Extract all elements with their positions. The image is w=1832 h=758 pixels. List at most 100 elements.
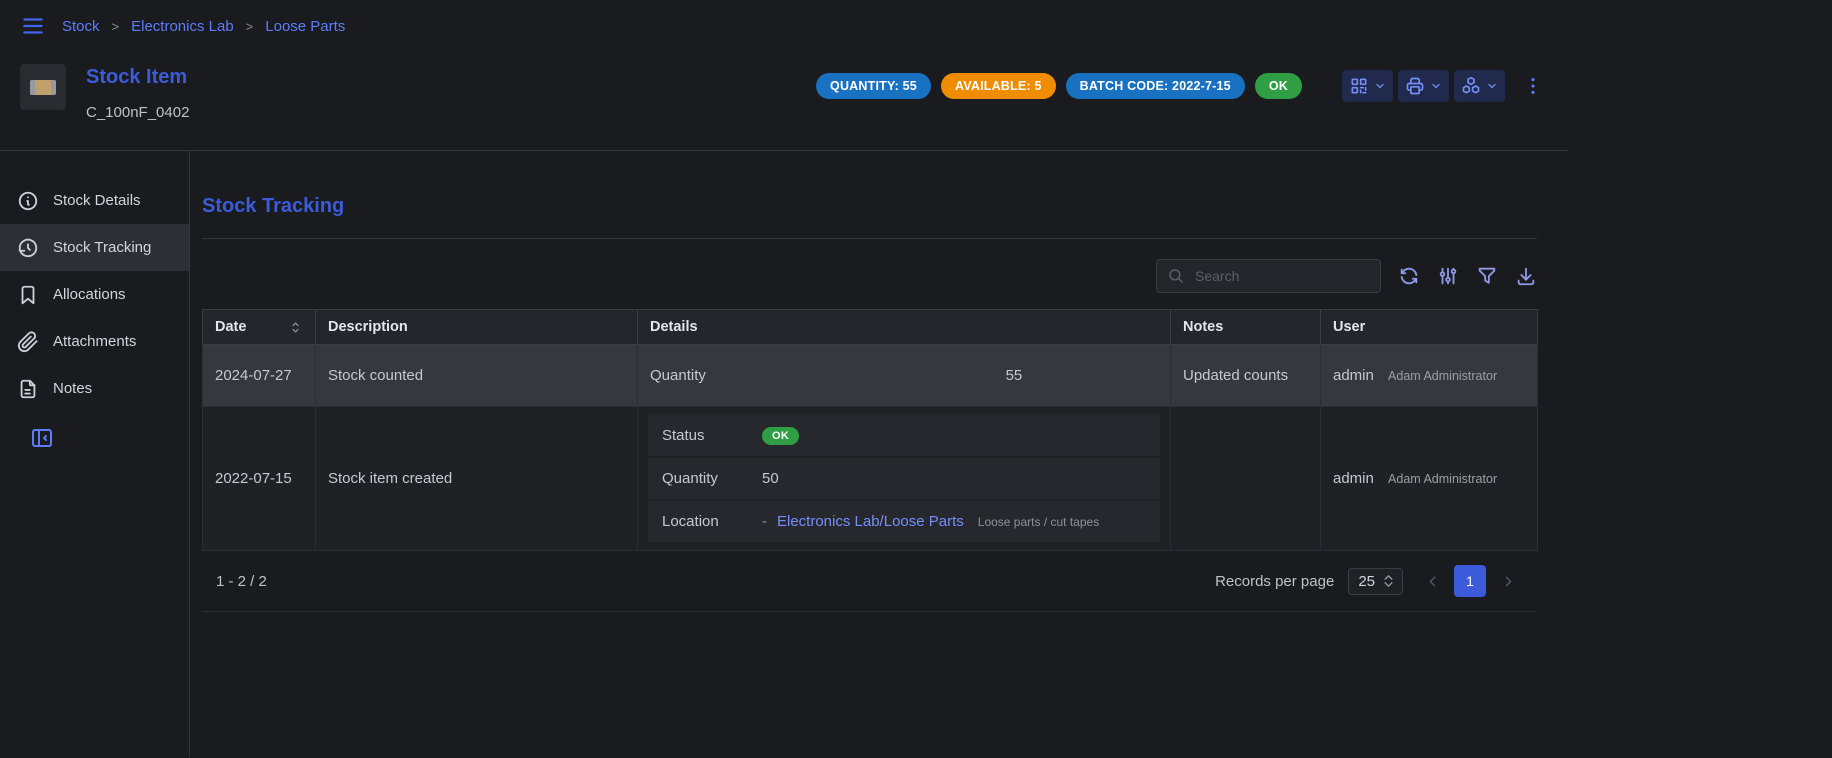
column-label: Notes [1183,319,1223,335]
sidebar-item-stock-details[interactable]: Stock Details [0,177,189,224]
user-fullname: Adam Administrator [1388,369,1497,383]
section-title: Stock Tracking [202,195,1537,218]
detail-row-quantity: Quantity 50 [648,458,1160,499]
adjustments-icon[interactable] [1437,265,1459,287]
download-icon[interactable] [1515,265,1537,287]
detail-prefix: - [762,513,767,530]
quantity-badge: QUANTITY: 55 [816,73,931,99]
sidebar-item-attachments[interactable]: Attachments [0,318,189,365]
page-titles: Stock Item C_100nF_0402 [86,66,189,150]
breadcrumb-link-electronics-lab[interactable]: Electronics Lab [131,18,234,35]
page-button-1[interactable]: 1 [1454,565,1486,597]
breadcrumb: Stock > Electronics Lab > Loose Parts [62,18,345,35]
record-range: 1 - 2 / 2 [216,573,267,590]
column-header-notes[interactable]: Notes [1171,310,1321,345]
select-caret-icon [1384,575,1393,587]
content-area: Stock Details Stock Tracking Allocations… [0,151,1568,757]
chevron-right-icon[interactable] [1493,566,1523,596]
note-icon [17,378,39,400]
detail-row-status: Status OK [648,415,1160,456]
sidebar-item-label: Allocations [53,286,126,303]
cell-details: Status OK Quantity 50 Location [638,407,1171,551]
app-frame: Stock > Electronics Lab > Loose Parts St… [0,0,1568,758]
chevron-down-icon [1486,80,1498,92]
location-description: Loose parts / cut tapes [978,515,1099,529]
cell-description: Stock item created [316,407,638,551]
detail-value: 50 [762,470,779,487]
username: admin [1333,367,1374,384]
detail-row-location: Location - Electronics Lab/Loose Parts L… [648,501,1160,542]
status-ok-badge: OK [762,427,799,445]
records-per-page-select[interactable]: 25 [1348,568,1403,595]
column-header-date[interactable]: Date [203,310,316,345]
table-toolbar [202,259,1537,293]
history-icon [17,237,39,259]
column-header-description[interactable]: Description [316,310,638,345]
username: admin [1333,470,1374,487]
column-label: Date [215,319,246,335]
column-header-details[interactable]: Details [638,310,1171,345]
table-header-row: Date Description Details Notes User [203,310,1538,345]
info-icon [17,190,39,212]
dots-vertical-icon[interactable] [1522,75,1544,97]
cell-details: Quantity 55 [638,345,1171,407]
breadcrumb-link-loose-parts[interactable]: Loose Parts [265,18,345,35]
breadcrumb-separator: > [246,19,254,34]
cell-date: 2024-07-27 [203,345,316,407]
search-box [1156,259,1381,293]
detail-label: Quantity [662,470,762,487]
breadcrumb-link-stock[interactable]: Stock [62,18,100,35]
stock-actions-button[interactable] [1454,70,1505,102]
search-input[interactable] [1193,267,1370,285]
stock-actions-icon [1461,76,1481,96]
paperclip-icon [17,331,39,353]
sidebar-item-label: Attachments [53,333,136,350]
chevron-left-icon[interactable] [1417,566,1447,596]
page-title: Stock Item [86,66,189,89]
sort-icon[interactable] [288,320,303,335]
cell-date: 2022-07-15 [203,407,316,551]
pagination: 1 [1417,565,1523,597]
status-badges: QUANTITY: 55 AVAILABLE: 5 BATCH CODE: 20… [816,73,1302,99]
bookmark-icon [17,284,39,306]
page-header: Stock Item C_100nF_0402 QUANTITY: 55 AVA… [0,52,1568,150]
topbar: Stock > Electronics Lab > Loose Parts [0,0,1568,52]
chevron-down-icon [1374,80,1386,92]
sidebar-item-notes[interactable]: Notes [0,365,189,412]
cell-description: Stock counted [316,345,638,407]
sidebar-item-allocations[interactable]: Allocations [0,271,189,318]
breadcrumb-separator: > [112,19,120,34]
stock-tracking-table: Date Description Details Notes User [202,309,1538,551]
component-image [30,80,56,95]
sidebar-item-stock-tracking[interactable]: Stock Tracking [0,224,189,271]
refresh-icon[interactable] [1398,265,1420,287]
table-row[interactable]: 2024-07-27 Stock counted Quantity 55 Upd… [203,345,1538,407]
column-header-user[interactable]: User [1321,310,1538,345]
sidebar-item-label: Stock Details [53,192,141,209]
page-size-value: 25 [1358,573,1375,590]
column-label: Description [328,319,408,335]
stock-item-thumbnail[interactable] [20,64,66,110]
location-link[interactable]: Electronics Lab/Loose Parts [777,513,964,530]
sidebar-collapse-icon[interactable] [30,426,54,450]
cell-user: admin Adam Administrator [1321,345,1538,407]
cell-user: admin Adam Administrator [1321,407,1538,551]
print-actions-button[interactable] [1398,70,1449,102]
menu-icon[interactable] [20,13,46,39]
column-label: User [1333,319,1365,335]
user-fullname: Adam Administrator [1388,472,1497,486]
table-footer: 1 - 2 / 2 Records per page 25 [202,551,1537,612]
table-row[interactable]: 2022-07-15 Stock item created Status OK [203,407,1538,551]
chevron-down-icon [1430,80,1442,92]
printer-icon [1405,76,1425,96]
main-panel: Stock Tracking [190,151,1568,757]
available-badge: AVAILABLE: 5 [941,73,1056,99]
search-icon [1167,267,1185,285]
records-per-page-label: Records per page [1215,573,1334,590]
filter-icon[interactable] [1476,265,1498,287]
sidebar-item-label: Notes [53,380,92,397]
cell-notes: Updated counts [1171,345,1321,407]
detail-label: Status [662,427,762,444]
detail-label: Location [662,513,762,530]
barcode-actions-button[interactable] [1342,70,1393,102]
